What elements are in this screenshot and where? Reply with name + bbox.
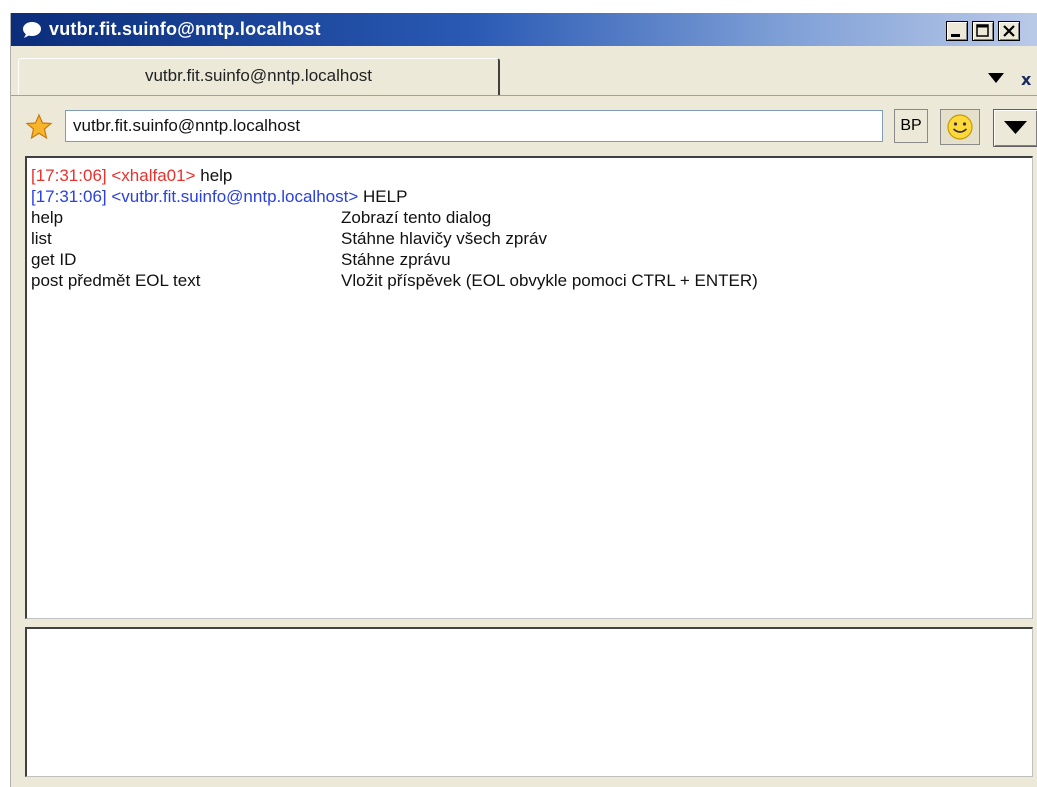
message-nick: <vutbr.fit.suinfo@nntp.localhost> xyxy=(111,187,359,206)
help-command: help xyxy=(31,208,64,227)
help-command: get ID xyxy=(31,250,77,269)
message-line: [17:31:06] <vutbr.fit.suinfo@nntp.localh… xyxy=(31,186,1028,207)
message-time: [17:31:06] xyxy=(31,166,107,185)
speech-bubble-icon xyxy=(21,21,43,39)
maximize-icon xyxy=(976,24,989,37)
help-row: list Stáhne hlavičy všech zpráv xyxy=(31,228,1028,249)
help-command: post předmět EOL text xyxy=(31,271,201,290)
help-description: Stáhne zprávu xyxy=(341,250,451,269)
close-button[interactable] xyxy=(998,21,1020,41)
help-row: post předmět EOL text Vložit příspěvek (E… xyxy=(31,270,1028,291)
triangle-down-icon xyxy=(1004,121,1027,134)
close-icon xyxy=(1003,25,1015,37)
channel-address-field[interactable] xyxy=(65,110,883,142)
chat-window: vutbr.fit.suinfo@nntp.localhost vutbr.fi… xyxy=(10,13,1037,787)
options-menu-button[interactable] xyxy=(993,109,1037,147)
message-text: HELP xyxy=(363,187,408,206)
star-icon[interactable] xyxy=(25,113,53,141)
tab-close-button[interactable]: x xyxy=(1021,70,1031,89)
window-title: vutbr.fit.suinfo@nntp.localhost xyxy=(49,19,321,39)
help-row: help Zobrazí tento dialog xyxy=(31,207,1028,228)
emoticon-button[interactable] xyxy=(940,109,980,145)
message-line: [17:31:06] <xhalfa01> help xyxy=(31,165,1028,186)
minimize-icon xyxy=(951,34,960,37)
tab-divider xyxy=(11,95,1037,96)
help-description: Zobrazí tento dialog xyxy=(341,208,492,227)
title-bar[interactable]: vutbr.fit.suinfo@nntp.localhost xyxy=(11,13,1037,46)
help-row: get ID Stáhne zprávu xyxy=(31,249,1028,270)
smiley-icon xyxy=(947,114,973,140)
message-time: [17:31:06] xyxy=(31,187,107,206)
bp-button[interactable]: BP xyxy=(894,109,928,143)
minimize-button[interactable] xyxy=(946,21,968,41)
message-nick: <xhalfa01> xyxy=(111,166,196,185)
message-text: help xyxy=(200,166,233,185)
chat-log[interactable]: [17:31:06] <xhalfa01> help [17:31:06] <v… xyxy=(25,156,1033,619)
chevron-down-icon[interactable] xyxy=(987,71,1005,85)
message-input[interactable] xyxy=(25,627,1033,777)
help-command: list xyxy=(31,229,52,248)
maximize-button[interactable] xyxy=(972,21,994,41)
help-description: Stáhne hlavičy všech zpráv xyxy=(341,229,547,248)
help-description: Vložit příspěvek (EOL obvykle pomoci CTR… xyxy=(341,271,758,290)
tab-channel[interactable]: vutbr.fit.suinfo@nntp.localhost xyxy=(18,58,500,95)
